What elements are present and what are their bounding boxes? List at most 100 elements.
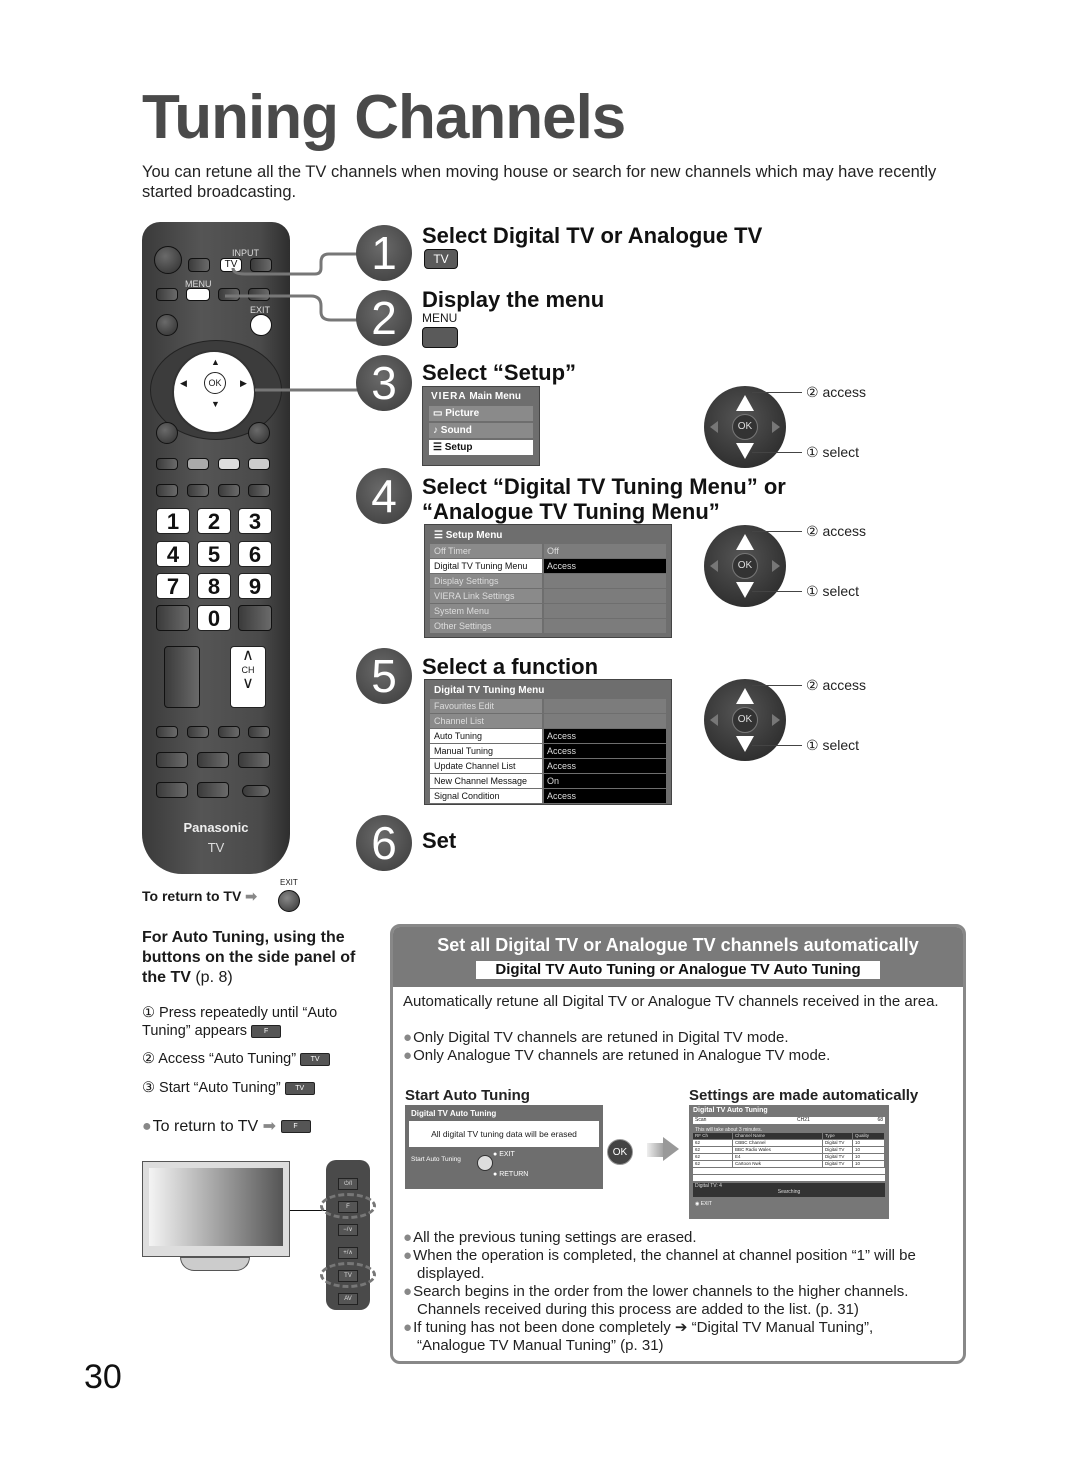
remote-button[interactable] — [187, 726, 209, 738]
menu-row[interactable]: System Menu — [430, 604, 666, 618]
remote-button[interactable] — [156, 752, 188, 768]
color-key-green[interactable] — [187, 458, 209, 470]
remote-button[interactable] — [248, 484, 270, 497]
menu-row-value: Off — [544, 544, 666, 558]
side-key[interactable]: AV — [338, 1293, 358, 1305]
table-row-empty — [693, 1175, 885, 1181]
return-button[interactable] — [248, 422, 270, 444]
power-button[interactable] — [154, 246, 182, 274]
num-key-0[interactable]: 0 — [197, 605, 231, 631]
menu-row[interactable]: Signal Condition Access — [430, 789, 666, 803]
arrow-left-icon[interactable]: ◀ — [180, 378, 187, 389]
remote-button[interactable] — [187, 484, 209, 497]
remote-button[interactable] — [156, 726, 178, 738]
main-menu-title: Main Menu — [469, 391, 522, 402]
f-key[interactable]: F — [251, 1024, 282, 1038]
menu-item-sound[interactable]: ♪ Sound — [429, 423, 533, 438]
remote-button[interactable] — [197, 752, 229, 768]
ok-icon: OK — [732, 553, 758, 579]
table-cell: 62 — [693, 1161, 733, 1167]
remote-button[interactable] — [156, 288, 178, 301]
switch-toggle[interactable] — [242, 785, 270, 797]
exit-button[interactable] — [278, 890, 300, 912]
menu-row[interactable]: Digital TV Tuning Menu Access — [430, 559, 666, 573]
num-key-7[interactable]: 7 — [156, 573, 190, 599]
remote-button[interactable] — [156, 484, 178, 497]
remote-button[interactable] — [156, 782, 188, 798]
tv-key[interactable]: TV — [284, 1081, 315, 1095]
color-key-yellow[interactable] — [218, 458, 240, 470]
num-key-2[interactable]: 2 — [197, 508, 231, 534]
callout-line — [752, 392, 802, 393]
remote-button[interactable] — [238, 752, 270, 768]
ok-key[interactable]: OK — [204, 372, 226, 394]
step-5-number: 5 — [356, 648, 412, 704]
auto-bullet: Search begins in the order from the lowe… — [403, 1283, 959, 1319]
menu-row[interactable]: Display Settings — [430, 574, 666, 588]
auto-desc: Automatically retune all Digital TV or A… — [403, 993, 939, 1010]
remote-button[interactable] — [248, 726, 270, 738]
table-cell: Digital TV — [823, 1154, 853, 1160]
color-key-blue[interactable] — [248, 458, 270, 470]
menu-row[interactable]: Auto Tuning Access — [430, 729, 666, 743]
menu-item-picture[interactable]: ▭ Picture — [429, 406, 533, 421]
erase-message: All digital TV tuning data will be erase… — [409, 1121, 599, 1147]
num-key-3[interactable]: 3 — [238, 508, 272, 534]
table-cell: RF Ch — [693, 1133, 733, 1139]
f-key[interactable]: F — [280, 1120, 311, 1134]
menu-row[interactable]: Manual Tuning Access — [430, 744, 666, 758]
num-key-1[interactable]: 1 — [156, 508, 190, 534]
tuning-menu-title: Digital TV Tuning Menu — [434, 685, 545, 696]
arrow-left-icon — [710, 560, 718, 572]
menu-button[interactable] — [422, 327, 458, 348]
tv-key[interactable]: TV — [300, 1052, 331, 1066]
start-auto-label: Start Auto Tuning — [411, 1156, 461, 1163]
num-key-8[interactable]: 8 — [197, 573, 231, 599]
start-screen-title: Digital TV Auto Tuning — [411, 1109, 497, 1118]
channel-rocker[interactable]: ∧ CH ∨ — [230, 646, 266, 708]
menu-row[interactable]: New Channel Message On — [430, 774, 666, 788]
menu-row[interactable]: Other Settings — [430, 619, 666, 633]
ok-button[interactable]: OK — [607, 1139, 633, 1165]
option-button[interactable] — [156, 314, 178, 336]
arrow-down-icon[interactable]: ▼ — [211, 399, 220, 409]
menu-item-setup[interactable]: ☰ Setup — [429, 440, 533, 455]
side-key[interactable]: +/∧ — [338, 1247, 358, 1259]
ch-label: CH — [241, 665, 255, 675]
num-key-5[interactable]: 5 — [197, 541, 231, 567]
remote-button[interactable] — [218, 484, 240, 497]
start-screen: Digital TV Auto Tuning All digital TV tu… — [405, 1105, 603, 1189]
menu-row[interactable]: Off Timer Off — [430, 544, 666, 558]
music-note-icon: ♪ — [433, 425, 438, 436]
menu-row[interactable]: Update Channel List Access — [430, 759, 666, 773]
arrow-up-icon[interactable]: ▲ — [211, 357, 220, 367]
remote-button[interactable] — [156, 605, 190, 631]
arrow-up-icon — [736, 688, 754, 704]
menu-key-label: MENU — [422, 311, 458, 325]
table-row-empty — [693, 1168, 885, 1174]
arrow-right-icon — [772, 421, 780, 433]
num-key-9[interactable]: 9 — [238, 573, 272, 599]
auto-tuning-header: Set all Digital TV or Analogue TV channe… — [393, 927, 963, 987]
menu-row[interactable]: Channel List — [430, 714, 666, 728]
num-key-4[interactable]: 4 — [156, 541, 190, 567]
dpad-diagram: OK — [704, 525, 786, 607]
remote-button[interactable] — [238, 605, 272, 631]
side-key[interactable]: ⏻/I — [338, 1178, 358, 1190]
remote-button[interactable] — [188, 258, 210, 272]
color-key-red[interactable] — [156, 458, 178, 470]
side-panel: ⏻/I F −/∨ +/∧ TV AV — [320, 1160, 376, 1310]
menu-row[interactable]: Favourites Edit — [430, 699, 666, 713]
tv-button[interactable]: TV — [424, 249, 458, 269]
remote-button[interactable] — [218, 726, 240, 738]
back-button[interactable] — [156, 422, 178, 444]
menu-key[interactable] — [186, 288, 210, 301]
step-2-number: 2 — [356, 290, 412, 346]
volume-rocker[interactable] — [164, 646, 200, 708]
arrow-down-icon — [736, 582, 754, 598]
num-key-6[interactable]: 6 — [238, 541, 272, 567]
result-screen: Digital TV Auto Tuning Scan CH21 68 This w… — [689, 1105, 889, 1219]
menu-row[interactable]: VIERA Link Settings — [430, 589, 666, 603]
side-key[interactable]: −/∨ — [338, 1224, 358, 1236]
remote-button[interactable] — [197, 782, 229, 798]
